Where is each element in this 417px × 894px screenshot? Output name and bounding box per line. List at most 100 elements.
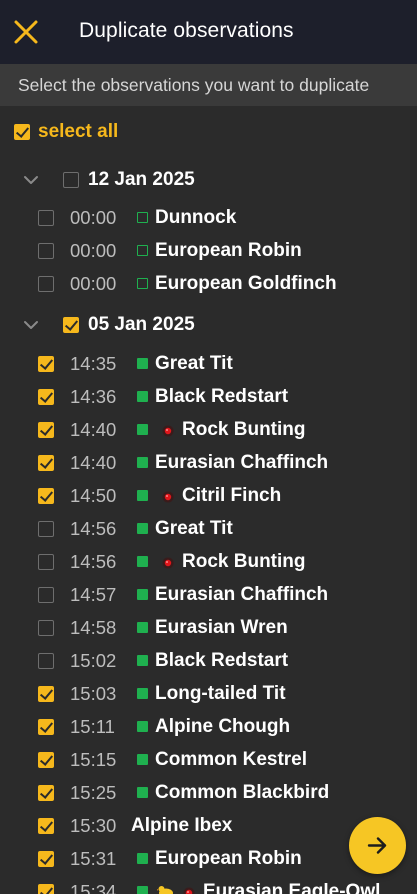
species-cell: Alpine Ibex bbox=[131, 815, 232, 837]
row-checkbox[interactable] bbox=[38, 242, 54, 259]
observation-time: 15:30 bbox=[70, 814, 117, 836]
species-cell: Eurasian Eagle-Owl bbox=[137, 881, 380, 894]
row-checkbox[interactable] bbox=[38, 652, 54, 669]
observation-row[interactable]: 00:00 Dunnock bbox=[0, 201, 417, 234]
observation-row[interactable]: 15:34 Eurasian Eagle-Owl bbox=[0, 875, 417, 894]
row-checkbox[interactable] bbox=[38, 586, 54, 603]
chevron-down-icon[interactable] bbox=[22, 316, 40, 334]
row-checkbox[interactable] bbox=[38, 817, 54, 834]
observation-time: 15:31 bbox=[70, 847, 117, 869]
row-checkbox[interactable] bbox=[38, 883, 54, 894]
arrow-right-icon bbox=[367, 837, 387, 854]
species-cell: Alpine Chough bbox=[137, 716, 290, 738]
observation-row[interactable]: 15:02 Black Redstart bbox=[0, 644, 417, 677]
species-cell: Great Tit bbox=[137, 353, 233, 375]
species-cell: Rock Bunting bbox=[137, 551, 306, 573]
green-square-icon bbox=[137, 853, 148, 864]
species-name: European Robin bbox=[155, 239, 302, 261]
red-dot-icon bbox=[162, 424, 174, 436]
row-checkbox[interactable] bbox=[38, 685, 54, 702]
green-square-icon bbox=[137, 655, 148, 666]
observation-row[interactable]: 14:50 Citril Finch bbox=[0, 479, 417, 512]
observation-time: 14:50 bbox=[70, 484, 117, 506]
row-checkbox[interactable] bbox=[38, 355, 54, 372]
row-checkbox[interactable] bbox=[38, 454, 54, 471]
species-name: Long-tailed Tit bbox=[155, 682, 286, 704]
observation-row[interactable]: 15:11 Alpine Chough bbox=[0, 710, 417, 743]
close-x-icon bbox=[14, 20, 38, 44]
species-name: Rock Bunting bbox=[182, 550, 306, 572]
row-checkbox[interactable] bbox=[38, 487, 54, 504]
species-name: Black Redstart bbox=[155, 649, 289, 671]
observation-row[interactable]: 14:36 Black Redstart bbox=[0, 380, 417, 413]
chevron-down-icon[interactable] bbox=[22, 171, 40, 189]
observation-row[interactable]: 15:25 Common Blackbird bbox=[0, 776, 417, 809]
observation-row[interactable]: 15:15 Common Kestrel bbox=[0, 743, 417, 776]
page-title: Duplicate observations bbox=[79, 19, 294, 42]
observation-time: 14:40 bbox=[70, 451, 117, 473]
row-checkbox[interactable] bbox=[38, 850, 54, 867]
species-cell: Eurasian Chaffinch bbox=[137, 584, 328, 606]
species-cell: Common Kestrel bbox=[137, 749, 307, 771]
species-name: Common Kestrel bbox=[155, 748, 308, 770]
group-checkbox[interactable] bbox=[63, 172, 79, 188]
observation-row[interactable]: 15:03 Long-tailed Tit bbox=[0, 677, 417, 710]
green-square-icon bbox=[137, 787, 148, 798]
green-square-icon bbox=[137, 886, 148, 894]
species-name: Eurasian Chaffinch bbox=[155, 583, 329, 605]
observation-row[interactable]: 14:56 Great Tit bbox=[0, 512, 417, 545]
observation-row[interactable]: 00:00 European Robin bbox=[0, 234, 417, 267]
species-cell: European Robin bbox=[137, 240, 302, 262]
row-checkbox[interactable] bbox=[38, 421, 54, 438]
row-checkbox[interactable] bbox=[38, 619, 54, 636]
row-checkbox[interactable] bbox=[38, 209, 54, 226]
next-button[interactable] bbox=[349, 817, 406, 874]
species-name: Alpine Ibex bbox=[131, 814, 233, 836]
observation-time: 15:03 bbox=[70, 682, 117, 704]
observation-row[interactable]: 14:40 Eurasian Chaffinch bbox=[0, 446, 417, 479]
observation-row[interactable]: 14:35 Great Tit bbox=[0, 347, 417, 380]
species-cell: European Robin bbox=[137, 848, 302, 870]
green-square-outline-icon bbox=[137, 278, 148, 289]
row-checkbox[interactable] bbox=[38, 784, 54, 801]
observation-time: 00:00 bbox=[70, 239, 117, 261]
species-name: Eurasian Wren bbox=[155, 616, 288, 638]
close-button[interactable] bbox=[10, 16, 42, 48]
group-date: 05 Jan 2025 bbox=[88, 314, 195, 335]
date-group-header: 05 Jan 2025 bbox=[0, 310, 417, 340]
observation-time: 14:56 bbox=[70, 550, 117, 572]
green-square-icon bbox=[137, 490, 148, 501]
date-group-header: 12 Jan 2025 bbox=[0, 165, 417, 195]
species-cell: Long-tailed Tit bbox=[137, 683, 286, 705]
group-date: 12 Jan 2025 bbox=[88, 169, 195, 190]
observation-time: 15:25 bbox=[70, 781, 117, 803]
species-cell: Common Blackbird bbox=[137, 782, 329, 804]
observation-time: 15:34 bbox=[70, 880, 117, 894]
row-checkbox[interactable] bbox=[38, 553, 54, 570]
green-square-icon bbox=[137, 523, 148, 534]
green-square-icon bbox=[137, 589, 148, 600]
row-checkbox[interactable] bbox=[38, 275, 54, 292]
group-checkbox[interactable] bbox=[63, 317, 79, 333]
select-all-toggle[interactable]: select all bbox=[14, 118, 118, 146]
row-checkbox[interactable] bbox=[38, 388, 54, 405]
observation-row[interactable]: 00:00 European Goldfinch bbox=[0, 267, 417, 300]
observation-time: 15:11 bbox=[70, 715, 115, 737]
green-square-icon bbox=[137, 688, 148, 699]
observation-row[interactable]: 14:57 Eurasian Chaffinch bbox=[0, 578, 417, 611]
observation-row[interactable]: 14:58 Eurasian Wren bbox=[0, 611, 417, 644]
row-checkbox[interactable] bbox=[38, 520, 54, 537]
observation-time: 14:40 bbox=[70, 418, 117, 440]
row-checkbox[interactable] bbox=[38, 751, 54, 768]
green-square-icon bbox=[137, 424, 148, 435]
green-square-outline-icon bbox=[137, 245, 148, 256]
species-cell: Dunnock bbox=[137, 207, 236, 229]
observation-row[interactable]: 14:40 Rock Bunting bbox=[0, 413, 417, 446]
observation-row[interactable]: 14:56 Rock Bunting bbox=[0, 545, 417, 578]
select-all-checkbox[interactable] bbox=[14, 124, 30, 140]
species-cell: Eurasian Chaffinch bbox=[137, 452, 328, 474]
green-square-icon bbox=[137, 556, 148, 567]
species-cell: Citril Finch bbox=[137, 485, 281, 507]
species-name: Alpine Chough bbox=[155, 715, 291, 737]
row-checkbox[interactable] bbox=[38, 718, 54, 735]
